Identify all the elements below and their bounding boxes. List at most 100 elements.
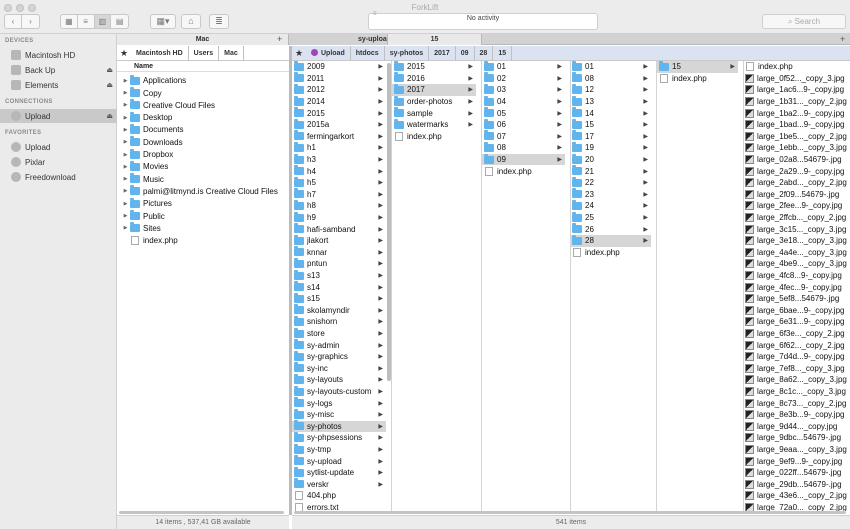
list-item[interactable]: large_1be5..._copy_2.jpg	[743, 131, 847, 143]
list-item[interactable]: s14 ▶	[292, 281, 386, 293]
list-item[interactable]: 2009 ▶	[292, 61, 386, 73]
sort-icon[interactable]: ≣	[209, 14, 229, 29]
list-item[interactable]: large_4fc8...9-_copy.jpg	[743, 270, 845, 282]
list-item[interactable]: 19 ▶	[570, 141, 651, 154]
list-item[interactable]: ▶ Dropbox	[117, 148, 289, 161]
list-item[interactable]: 2015 ▶	[392, 61, 476, 73]
breadcrumb-htdocs[interactable]: htdocs	[351, 45, 385, 61]
list-item[interactable]: 2017 ▶	[392, 83, 476, 96]
list-item[interactable]: 15 ▶	[657, 61, 738, 73]
list-item[interactable]: 01 ▶	[570, 61, 651, 73]
list-item[interactable]: 24 ▶	[570, 199, 651, 212]
list-item[interactable]: sy-logs ▶	[292, 397, 386, 409]
disclosure-triangle-icon[interactable]: ▶	[121, 201, 130, 207]
list-item[interactable]: index.php	[117, 235, 289, 247]
column-view-icon[interactable]: ▥	[94, 15, 112, 28]
list-item[interactable]: sample ▶	[392, 107, 476, 119]
list-item[interactable]: ▶ Creative Cloud Files	[117, 99, 289, 112]
list-item[interactable]: 08 ▶	[482, 141, 565, 154]
list-item[interactable]: h8 ▶	[292, 199, 386, 212]
list-item[interactable]: watermarks ▶	[392, 118, 476, 131]
favorite-star-icon[interactable]: ★	[117, 48, 131, 59]
connect-icon[interactable]: ⌂	[181, 14, 201, 29]
list-item[interactable]: 2011 ▶	[292, 72, 386, 85]
breadcrumb-mac[interactable]: Mac	[219, 45, 244, 61]
list-item[interactable]: sy-graphics ▶	[292, 350, 386, 363]
disclosure-triangle-icon[interactable]: ▶	[121, 90, 130, 96]
left-horizontal-scrollbar[interactable]	[119, 511, 284, 514]
cover-flow-icon[interactable]: ▤	[111, 15, 128, 28]
list-item[interactable]: ▶ Desktop	[117, 111, 289, 124]
list-item[interactable]: large_6e31...9-_copy.jpg	[743, 316, 845, 328]
new-tab-right-button[interactable]: +	[840, 34, 845, 44]
disclosure-triangle-icon[interactable]: ▶	[121, 152, 130, 158]
list-item[interactable]: 12 ▶	[570, 83, 651, 96]
list-item[interactable]: h7 ▶	[292, 188, 386, 201]
sidebar-item-macintosh-hd[interactable]: Macintosh HD	[0, 48, 117, 62]
list-item[interactable]: large_9ef9...9-_copy.jpg	[743, 455, 845, 467]
list-item[interactable]: sy-tmp ▶	[292, 443, 386, 456]
disclosure-triangle-icon[interactable]: ▶	[121, 225, 130, 231]
list-item[interactable]: sytlist-update ▶	[292, 466, 386, 479]
list-item[interactable]: 2014 ▶	[292, 95, 386, 108]
list-item[interactable]: large_8c1c..._copy_3.jpg	[743, 386, 846, 398]
list-item[interactable]: fermingarkort ▶	[292, 130, 386, 143]
list-item[interactable]: sy-phpsessions ▶	[292, 431, 386, 444]
list-item[interactable]: large_72a0..._copy_2.jpg	[743, 502, 847, 511]
sidebar-item-upload[interactable]: Upload	[0, 140, 117, 154]
disclosure-triangle-icon[interactable]: ▶	[121, 115, 130, 121]
list-item[interactable]: 28 ▶	[570, 234, 651, 247]
list-item[interactable]: large_2a29...9-_copy.jpg	[743, 165, 845, 177]
list-item[interactable]: 23 ▶	[570, 188, 651, 201]
list-item[interactable]: 09 ▶	[482, 153, 565, 166]
list-item[interactable]: index.php	[482, 165, 565, 177]
list-item[interactable]: large_02a8...54679-.jpg	[743, 154, 845, 166]
list-item[interactable]: large_6f62..._copy_2.jpg	[743, 339, 845, 351]
disclosure-triangle-icon[interactable]: ▶	[121, 127, 130, 133]
eject-icon[interactable]: ⏏	[106, 112, 113, 120]
list-item[interactable]: 404.php	[292, 490, 386, 502]
list-item[interactable]: sy-photos ▶	[292, 420, 386, 433]
new-tab-left-button[interactable]: +	[277, 34, 282, 44]
list-item[interactable]: large_1ba2...9-_copy.jpg	[743, 107, 845, 119]
breadcrumb-sy-photos[interactable]: sy-photos	[385, 45, 430, 61]
breadcrumb-28[interactable]: 28	[475, 45, 494, 61]
list-item[interactable]: large_1ebb..._copy_3.jpg	[743, 142, 847, 154]
list-item[interactable]: 02 ▶	[482, 72, 565, 85]
list-item[interactable]: 21 ▶	[570, 165, 651, 177]
list-item[interactable]: large_1b31..._copy_2.jpg	[743, 96, 847, 108]
list-item[interactable]: snishorn ▶	[292, 315, 386, 328]
sidebar-item-pixlar[interactable]: Pixlar	[0, 155, 117, 169]
list-item[interactable]: h3 ▶	[292, 153, 386, 166]
list-item[interactable]: large_2ffcb..._copy_2.jpg	[743, 212, 846, 224]
list-item[interactable]: ▶ Copy	[117, 87, 289, 99]
disclosure-triangle-icon[interactable]: ▶	[121, 78, 130, 84]
list-item[interactable]: ▶ Sites	[117, 222, 289, 235]
tab-15[interactable]: 15	[387, 34, 482, 45]
list-item[interactable]: large_29db...54679-.jpg	[743, 479, 845, 491]
search-input[interactable]: ⌕ Search	[762, 14, 846, 29]
list-item[interactable]: 2012 ▶	[292, 83, 386, 96]
list-item[interactable]: large_1bad...9-_copy.jpg	[743, 119, 845, 131]
breadcrumb-15[interactable]: 15	[493, 45, 513, 61]
list-item[interactable]: sy-admin ▶	[292, 339, 386, 351]
eject-icon[interactable]: ⏏	[106, 66, 113, 74]
breadcrumb-users[interactable]: Users	[189, 45, 220, 61]
list-item[interactable]: ▶ Public	[117, 210, 289, 222]
activity-field[interactable]: ≡ No activity	[368, 11, 598, 30]
list-item[interactable]: 05 ▶	[482, 107, 565, 119]
list-item[interactable]: 07 ▶	[482, 130, 565, 143]
list-item[interactable]: 04 ▶	[482, 95, 565, 108]
list-item[interactable]: index.php	[392, 131, 476, 143]
sidebar-item-upload[interactable]: Upload ⏏	[0, 109, 117, 123]
forward-arrow-icon[interactable]: ›	[22, 15, 39, 28]
list-item[interactable]: sy-layouts ▶	[292, 373, 386, 386]
disclosure-triangle-icon[interactable]: ▶	[121, 213, 130, 219]
list-item[interactable]: large_4fec...9-_copy.jpg	[743, 281, 845, 293]
list-item[interactable]: 26 ▶	[570, 223, 651, 235]
list-item[interactable]: 14 ▶	[570, 107, 651, 119]
favorite-star-icon[interactable]: ★	[292, 48, 306, 59]
list-item[interactable]: h1 ▶	[292, 141, 386, 154]
list-item[interactable]: 01 ▶	[482, 61, 565, 73]
list-item[interactable]: h5 ▶	[292, 176, 386, 189]
